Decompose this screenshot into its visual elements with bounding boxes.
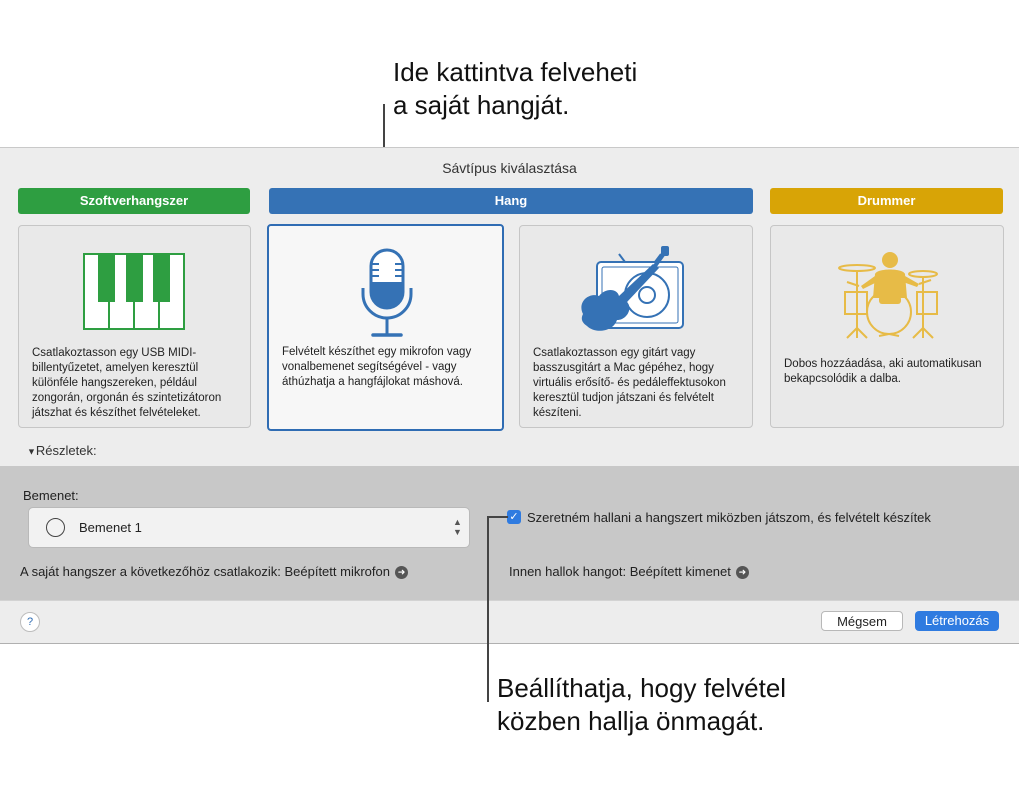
callout-bottom-pointer-h bbox=[488, 516, 508, 518]
monitoring-checkbox-label: Szeretném hallani a hangszert miközben j… bbox=[527, 510, 931, 525]
card-drummer[interactable]: Dobos hozzáadása, aki automatikusan beka… bbox=[770, 225, 1004, 428]
callout-top-line2: a saját hangját. bbox=[393, 90, 570, 120]
input-select-value: Bemenet 1 bbox=[79, 520, 142, 535]
callout-bottom-line2: közben hallja önmagát. bbox=[497, 706, 765, 736]
updown-arrows-icon: ▲ ▼ bbox=[453, 517, 462, 537]
callout-top: Ide kattintva felveheti a saját hangját. bbox=[393, 56, 637, 122]
card-audio-microphone[interactable]: Felvételt készíthet egy mikrofon vagy vo… bbox=[267, 224, 504, 431]
card-description: Csatlakoztasson egy USB MIDI-billentyűze… bbox=[32, 347, 222, 419]
callout-top-line1: Ide kattintva felveheti bbox=[393, 57, 638, 87]
output-info-text: Innen hallok hangot: Beépített kimenet bbox=[509, 564, 731, 579]
tab-software-instrument[interactable]: Szoftverhangszer bbox=[18, 188, 250, 214]
card-description: Dobos hozzáadása, aki automatikusan beka… bbox=[784, 358, 982, 385]
output-info-arrow-icon[interactable]: ➜ bbox=[735, 566, 749, 580]
callout-bottom-pointer-v bbox=[487, 516, 489, 702]
card-description: Csatlakoztasson egy gitárt vagy basszusg… bbox=[533, 347, 726, 419]
output-info: Innen hallok hangot: Beépített kimenet ➜ bbox=[509, 564, 749, 580]
tab-drummer[interactable]: Drummer bbox=[770, 188, 1003, 214]
card-software-instrument[interactable]: Csatlakoztasson egy USB MIDI-billentyűze… bbox=[18, 225, 251, 428]
connection-info-arrow-icon[interactable]: ➜ bbox=[394, 566, 408, 580]
card-description: Felvételt készíthet egy mikrofon vagy vo… bbox=[282, 346, 472, 388]
details-label: Részletek: bbox=[35, 443, 97, 458]
connection-info: A saját hangszer a következőhöz csatlako… bbox=[20, 564, 408, 580]
track-type-dialog: Sávtípus kiválasztása Szoftverhangszer H… bbox=[0, 147, 1019, 644]
tab-audio[interactable]: Hang bbox=[269, 188, 753, 214]
callout-bottom: Beállíthatja, hogy felvétel közben hallj… bbox=[497, 672, 786, 738]
piano-keyboard-icon bbox=[83, 253, 185, 330]
input-label: Bemenet: bbox=[23, 488, 79, 503]
callout-bottom-line1: Beállíthatja, hogy felvétel bbox=[497, 673, 787, 703]
monitoring-checkbox[interactable]: ✓ bbox=[507, 510, 521, 524]
connection-info-text: A saját hangszer a következőhöz csatlako… bbox=[20, 564, 390, 579]
create-button[interactable]: Létrehozás bbox=[915, 611, 999, 631]
dialog-title: Sávtípus kiválasztása bbox=[442, 160, 577, 176]
guitar-amp-icon bbox=[581, 246, 684, 331]
disclosure-triangle-icon: ▼ bbox=[27, 446, 36, 457]
cancel-button[interactable]: Mégsem bbox=[821, 611, 903, 631]
card-audio-guitar[interactable]: Csatlakoztasson egy gitárt vagy basszusg… bbox=[519, 225, 753, 428]
microphone-icon bbox=[361, 248, 413, 337]
details-disclosure[interactable]: ▼Részletek: bbox=[27, 443, 97, 458]
input-select[interactable]: Bemenet 1 ▲ ▼ bbox=[28, 507, 470, 548]
footer-divider bbox=[0, 600, 1019, 601]
input-circle-icon bbox=[46, 518, 65, 537]
drummer-icon bbox=[838, 252, 938, 339]
help-button[interactable]: ? bbox=[20, 612, 40, 632]
